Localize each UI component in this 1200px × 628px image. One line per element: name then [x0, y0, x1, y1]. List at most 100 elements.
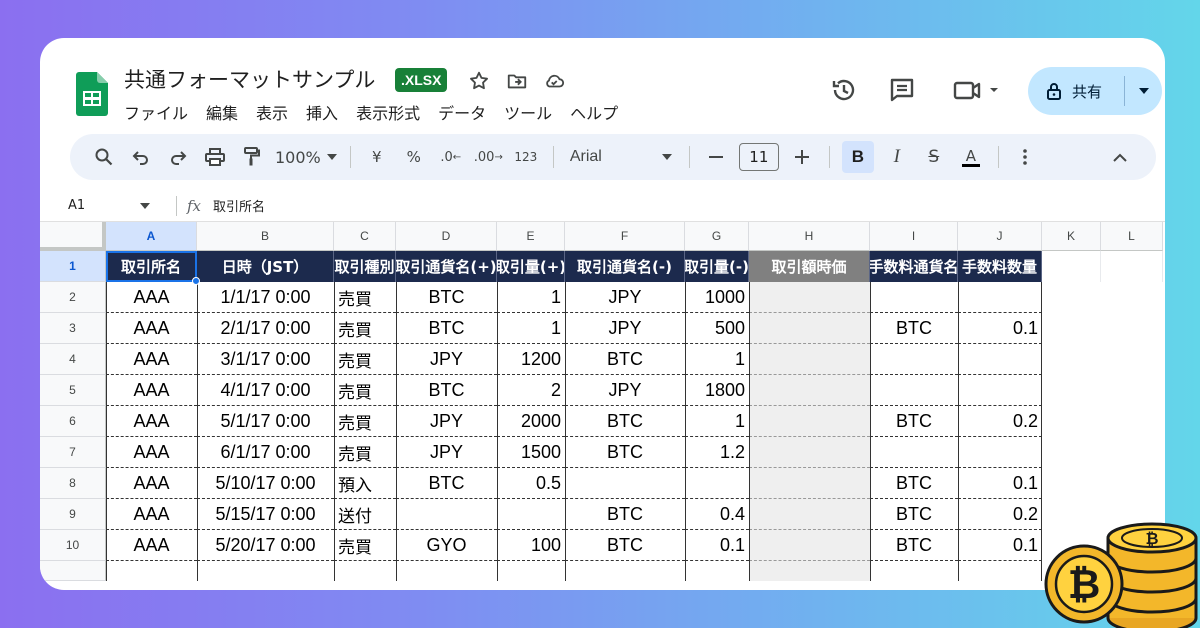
cell-j5[interactable] — [958, 375, 1042, 406]
menu-file[interactable]: ファイル — [124, 100, 188, 124]
cell-h6[interactable] — [749, 406, 870, 437]
cell-f10[interactable]: BTC — [565, 530, 685, 561]
header-cell-b[interactable]: 日時（JST） — [197, 251, 334, 282]
header-cell-h[interactable]: 取引額時価 — [749, 251, 870, 282]
formula-input[interactable]: 取引所名 — [213, 196, 265, 215]
cell-e8[interactable]: 0.5 — [497, 468, 565, 499]
cell-a3[interactable]: AAA — [106, 313, 197, 344]
font-select[interactable]: Arial — [566, 141, 676, 173]
print-button[interactable] — [201, 141, 229, 173]
cell-g3[interactable]: 500 — [685, 313, 749, 344]
row-header-2[interactable]: 2 — [40, 282, 106, 313]
menu-view[interactable]: 表示 — [256, 100, 288, 124]
cell-j6[interactable]: 0.2 — [958, 406, 1042, 437]
row-header-9[interactable]: 9 — [40, 499, 106, 530]
row-header-10[interactable]: 10 — [40, 530, 106, 561]
cell-f9[interactable]: BTC — [565, 499, 685, 530]
cell-b6[interactable]: 5/1/17 0:00 — [197, 406, 334, 437]
column-header-k[interactable]: K — [1042, 222, 1101, 251]
cell-j4[interactable] — [958, 344, 1042, 375]
cell-d8[interactable]: BTC — [396, 468, 497, 499]
meet-video-icon[interactable] — [952, 76, 998, 104]
cell-c10[interactable]: 売買 — [334, 530, 396, 561]
currency-format-button[interactable]: ¥ — [363, 141, 391, 173]
cell-i9[interactable]: BTC — [870, 499, 958, 530]
cell-g5[interactable]: 1800 — [685, 375, 749, 406]
increase-decimal-button[interactable]: .00 → — [474, 141, 503, 173]
cell-f5[interactable]: JPY — [565, 375, 685, 406]
column-header-d[interactable]: D — [396, 222, 497, 251]
column-header-e[interactable]: E — [497, 222, 565, 251]
header-cell-e[interactable]: 取引量(+) — [497, 251, 565, 282]
cell-g6[interactable]: 1 — [685, 406, 749, 437]
cell-b8[interactable]: 5/10/17 0:00 — [197, 468, 334, 499]
menu-help[interactable]: ヘルプ — [570, 100, 618, 124]
cell-c5[interactable]: 売買 — [334, 375, 396, 406]
cell-f4[interactable]: BTC — [565, 344, 685, 375]
row-header-3[interactable]: 3 — [40, 313, 106, 344]
menu-format[interactable]: 表示形式 — [356, 100, 420, 124]
move-folder-icon[interactable] — [506, 70, 528, 92]
header-cell-a[interactable]: 取引所名 — [106, 251, 197, 282]
cell-h2[interactable] — [749, 282, 870, 313]
more-options-button[interactable] — [1011, 141, 1039, 173]
cell-a4[interactable]: AAA — [106, 344, 197, 375]
header-cell-j[interactable]: 手数料数量 — [958, 251, 1042, 282]
cell-b2[interactable]: 1/1/17 0:00 — [197, 282, 334, 313]
cell-e9[interactable] — [497, 499, 565, 530]
cell-f3[interactable]: JPY — [565, 313, 685, 344]
zoom-select[interactable]: 100% — [275, 141, 337, 173]
cell-d4[interactable]: JPY — [396, 344, 497, 375]
row-header-8[interactable]: 8 — [40, 468, 106, 499]
share-dropdown[interactable] — [1125, 67, 1162, 115]
cell-i7[interactable] — [870, 437, 958, 468]
cell-j3[interactable]: 0.1 — [958, 313, 1042, 344]
cell-f8[interactable] — [565, 468, 685, 499]
cell-c4[interactable]: 売買 — [334, 344, 396, 375]
header-cell-g[interactable]: 取引量(-) — [685, 251, 749, 282]
cell-d6[interactable]: JPY — [396, 406, 497, 437]
name-box[interactable]: A1 — [40, 198, 160, 213]
header-cell-k[interactable] — [1042, 251, 1101, 282]
cell-i10[interactable]: BTC — [870, 530, 958, 561]
cell-f7[interactable]: BTC — [565, 437, 685, 468]
column-header-l[interactable]: L — [1101, 222, 1163, 251]
cell-c7[interactable]: 売買 — [334, 437, 396, 468]
cell-a8[interactable]: AAA — [106, 468, 197, 499]
cell-e3[interactable]: 1 — [497, 313, 565, 344]
cell-e5[interactable]: 2 — [497, 375, 565, 406]
cell-b4[interactable]: 3/1/17 0:00 — [197, 344, 334, 375]
cell-c9[interactable]: 送付 — [334, 499, 396, 530]
strikethrough-button[interactable]: S — [920, 141, 948, 173]
cell-g7[interactable]: 1.2 — [685, 437, 749, 468]
cell-i4[interactable] — [870, 344, 958, 375]
row-header-6[interactable]: 6 — [40, 406, 106, 437]
cell-i5[interactable] — [870, 375, 958, 406]
menu-insert[interactable]: 挿入 — [306, 100, 338, 124]
font-size-decrease-button[interactable] — [702, 141, 730, 173]
comments-icon[interactable] — [888, 76, 916, 104]
cell-f6[interactable]: BTC — [565, 406, 685, 437]
cell-e2[interactable]: 1 — [497, 282, 565, 313]
header-cell-l[interactable] — [1101, 251, 1163, 282]
cell-a7[interactable]: AAA — [106, 437, 197, 468]
cell-e10[interactable]: 100 — [497, 530, 565, 561]
cell-j10[interactable]: 0.1 — [958, 530, 1042, 561]
row-header-7[interactable]: 7 — [40, 437, 106, 468]
cell-i3[interactable]: BTC — [870, 313, 958, 344]
cell-b10[interactable]: 5/20/17 0:00 — [197, 530, 334, 561]
column-header-i[interactable]: I — [870, 222, 958, 251]
share-button[interactable]: 共有 — [1028, 67, 1162, 115]
document-title[interactable]: 共通フォーマットサンプル — [124, 64, 375, 94]
cell-b3[interactable]: 2/1/17 0:00 — [197, 313, 334, 344]
row-header-4[interactable]: 4 — [40, 344, 106, 375]
cell-d3[interactable]: BTC — [396, 313, 497, 344]
cell-h4[interactable] — [749, 344, 870, 375]
redo-button[interactable] — [164, 141, 192, 173]
cell-j9[interactable]: 0.2 — [958, 499, 1042, 530]
cell-e4[interactable]: 1200 — [497, 344, 565, 375]
cell-a2[interactable]: AAA — [106, 282, 197, 313]
bold-button[interactable]: B — [841, 141, 874, 173]
column-header-h[interactable]: H — [749, 222, 870, 251]
decrease-decimal-button[interactable]: .0 ← — [437, 141, 465, 173]
